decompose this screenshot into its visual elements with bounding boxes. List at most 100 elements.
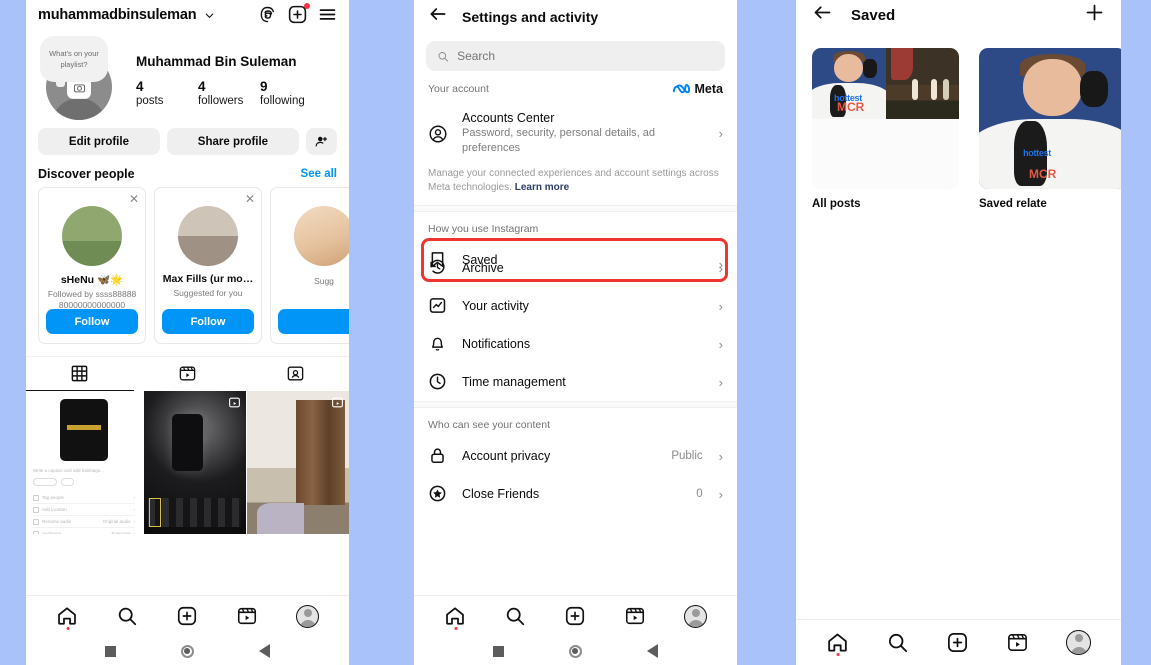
nav-create-plus-icon[interactable] — [564, 605, 588, 629]
tab-tagged[interactable] — [241, 357, 349, 391]
stat-posts[interactable]: 4 posts — [136, 79, 198, 107]
add-collection-plus-icon[interactable] — [1084, 2, 1105, 28]
discover-card-sub: Sugg — [314, 276, 334, 286]
add-plus-icon[interactable] — [287, 3, 310, 26]
nav-create-plus-icon[interactable] — [176, 605, 200, 629]
discover-card[interactable]: ✕ Max Fills (ur mo… Suggested for you Fo… — [154, 187, 262, 344]
stat-following[interactable]: 9 following — [260, 79, 322, 107]
follow-button[interactable]: Follow — [46, 309, 138, 334]
close-icon[interactable]: ✕ — [129, 192, 139, 206]
nav-create-plus-icon[interactable] — [946, 631, 970, 655]
profile-avatar-area[interactable]: What's on your playlist? — [40, 36, 118, 120]
avatar[interactable] — [294, 206, 349, 266]
draft-row[interactable]: Tag people › — [33, 492, 135, 504]
phone-panel-profile: muhammadbinsuleman What's on your playli… — [26, 0, 349, 665]
settings-search-input[interactable] — [457, 49, 714, 63]
profile-username[interactable]: muhammadbinsuleman — [38, 7, 197, 23]
draft-row[interactable]: Rename audio Original audio › — [33, 516, 135, 528]
learn-more-link[interactable]: Learn more — [515, 182, 569, 193]
threads-icon[interactable] — [257, 4, 279, 26]
nav-home-icon[interactable] — [826, 631, 850, 656]
audience-icon — [33, 530, 39, 534]
nav-profile-avatar-icon[interactable] — [1066, 630, 1091, 655]
draft-row-label: Rename audio — [42, 519, 72, 524]
archive-clock-icon — [428, 258, 448, 278]
saved-top-bar: Saved — [796, 0, 1121, 30]
settings-row-accounts-center[interactable]: Accounts Center Password, security, pers… — [414, 102, 737, 165]
activity-chart-icon — [428, 296, 448, 316]
android-recents-square-icon[interactable] — [492, 645, 504, 657]
discover-people-carousel[interactable]: ✕ sHeNu 🦋🌟 Followed by ssss88888 8000000… — [26, 187, 349, 344]
discover-see-all-link[interactable]: See all — [301, 168, 337, 180]
post-cell-draft[interactable]: Write a caption and add hashtags... Tag … — [26, 391, 142, 534]
section-divider — [414, 205, 737, 212]
settings-row-label: Your activity — [462, 299, 529, 313]
settings-row-close-friends[interactable]: Close Friends 0 › — [414, 475, 737, 513]
settings-row-account-privacy[interactable]: Account privacy Public › — [414, 437, 737, 475]
bell-notifications-icon — [428, 334, 448, 354]
nav-reels-icon[interactable] — [236, 605, 260, 629]
settings-title: Settings and activity — [462, 8, 599, 25]
discover-card-name: Max Fills (ur mo… — [162, 273, 254, 285]
settings-row-label: Time management — [462, 375, 566, 389]
settings-row-your-activity[interactable]: Your activity › — [414, 287, 737, 325]
draft-chip — [33, 478, 57, 486]
add-person-icon[interactable] — [306, 128, 337, 155]
settings-search-bar[interactable] — [426, 41, 725, 71]
post-cell-reel[interactable] — [247, 391, 349, 534]
note-bubble[interactable]: What's on your playlist? — [40, 36, 108, 87]
draft-row[interactable]: Add location › — [33, 504, 135, 516]
back-arrow-icon[interactable] — [428, 4, 448, 29]
meta-infinity-icon — [672, 83, 690, 93]
discover-card[interactable]: ✕ sHeNu 🦋🌟 Followed by ssss88888 8000000… — [38, 187, 146, 344]
follow-button[interactable]: Follow — [162, 309, 254, 334]
back-arrow-icon[interactable] — [812, 2, 833, 28]
draft-row[interactable]: Audience Everyone › — [33, 528, 135, 534]
collection-name: All posts — [812, 198, 861, 210]
new-badge-dot — [304, 3, 310, 9]
tab-grid-posts[interactable] — [26, 357, 134, 391]
thumb-image: hottest MCR — [979, 48, 1121, 189]
hamburger-menu-icon[interactable] — [317, 4, 339, 26]
saved-collection[interactable]: hottest MCR Saved relate — [979, 48, 1121, 210]
chevron-right-icon: › — [133, 531, 136, 534]
nav-reels-icon[interactable] — [1006, 631, 1030, 655]
tab-reels[interactable] — [134, 357, 242, 391]
follow-button[interactable] — [278, 309, 349, 334]
nav-search-icon[interactable] — [116, 605, 140, 629]
android-home-circle-icon[interactable] — [180, 644, 194, 658]
post-cell-reel[interactable] — [143, 391, 246, 534]
discover-people-title: Discover people — [38, 167, 135, 181]
draft-row-label: Tag people — [42, 495, 65, 500]
settings-row-text: Accounts Center Password, security, pers… — [462, 111, 705, 156]
discover-card-sub: Suggested for you — [173, 288, 243, 298]
stat-followers[interactable]: 4 followers — [198, 79, 260, 107]
nav-search-icon[interactable] — [886, 631, 910, 655]
saved-collection[interactable]: hottest MCR All posts — [812, 48, 959, 210]
android-recents-square-icon[interactable] — [104, 645, 116, 657]
nav-home-icon[interactable] — [56, 605, 80, 630]
share-profile-button[interactable]: Share profile — [166, 128, 299, 155]
nav-search-icon[interactable] — [504, 605, 528, 629]
settings-row-notifications[interactable]: Notifications › — [414, 325, 737, 363]
saved-screen: Saved hottest MCR All posts hottest MCR … — [796, 0, 1121, 619]
section-label: Your account — [428, 83, 489, 95]
grid-posts-icon — [71, 365, 88, 382]
android-back-triangle-icon[interactable] — [647, 644, 659, 658]
nav-reels-icon[interactable] — [624, 605, 648, 629]
close-icon[interactable]: ✕ — [245, 192, 255, 206]
edit-profile-button[interactable]: Edit profile — [38, 128, 160, 155]
avatar[interactable] — [178, 206, 238, 266]
chevron-down-icon[interactable] — [204, 10, 215, 21]
nav-profile-avatar-icon[interactable] — [296, 605, 319, 628]
avatar[interactable] — [62, 206, 122, 266]
nav-profile-avatar-icon[interactable] — [684, 605, 707, 628]
android-home-circle-icon[interactable] — [568, 644, 582, 658]
settings-row-label: Close Friends — [462, 487, 540, 501]
nav-home-icon[interactable] — [444, 605, 468, 630]
android-back-triangle-icon[interactable] — [259, 644, 271, 658]
chevron-right-icon: › — [718, 126, 723, 141]
settings-row-time-management[interactable]: Time management › — [414, 363, 737, 401]
discover-card[interactable]: Sugg — [270, 187, 349, 344]
discover-card-name: sHeNu 🦋🌟 — [60, 274, 124, 286]
